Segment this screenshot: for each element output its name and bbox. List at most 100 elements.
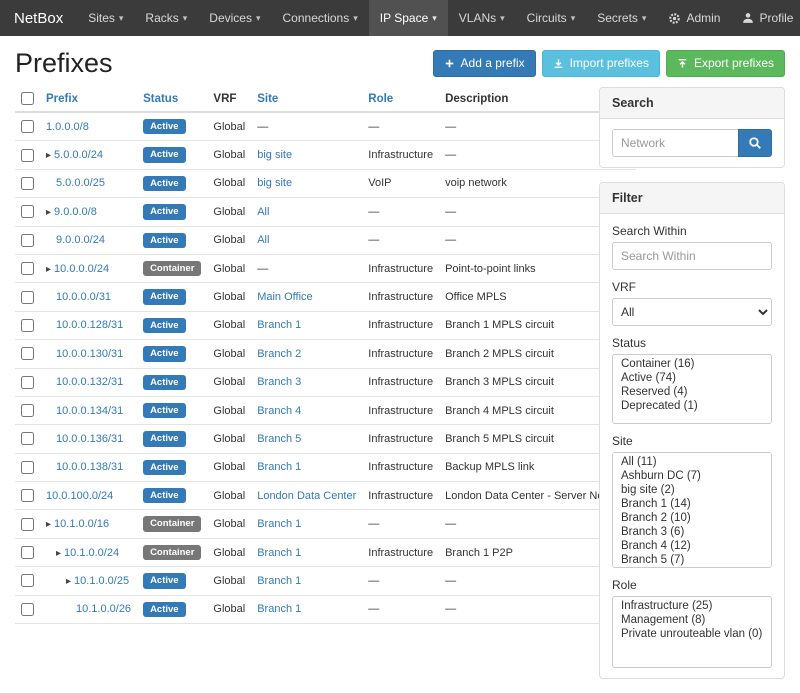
row-checkbox[interactable] bbox=[21, 603, 34, 616]
nav-item-vlans[interactable]: VLANs▾ bbox=[448, 0, 516, 36]
nav-item-secrets[interactable]: Secrets▾ bbox=[586, 0, 657, 36]
export-prefixes-button[interactable]: Export prefixes bbox=[666, 50, 785, 76]
search-input[interactable] bbox=[612, 129, 738, 157]
row-checkbox[interactable] bbox=[21, 376, 34, 389]
option[interactable]: Branch 4 (12) bbox=[613, 539, 771, 553]
prefix-link[interactable]: 10.0.0.0/31 bbox=[56, 291, 111, 303]
row-checkbox[interactable] bbox=[21, 489, 34, 502]
option[interactable]: Branch 5 (7) bbox=[613, 553, 771, 567]
row-checkbox[interactable] bbox=[21, 518, 34, 531]
nav-item-ip-space[interactable]: IP Space▾ bbox=[369, 0, 448, 36]
site-listbox[interactable]: All (11)Ashburn DC (7)big site (2)Branch… bbox=[612, 452, 772, 568]
nav-item-profile[interactable]: Profile bbox=[731, 0, 800, 36]
prefix-link[interactable]: 5.0.0.0/24 bbox=[54, 149, 103, 161]
prefix-link[interactable]: 10.0.0.0/24 bbox=[54, 263, 109, 275]
prefix-link[interactable]: 10.1.0.0/24 bbox=[64, 547, 119, 559]
prefix-link[interactable]: 10.0.0.132/31 bbox=[56, 376, 123, 388]
prefix-link[interactable]: 5.0.0.0/25 bbox=[56, 177, 105, 189]
row-checkbox[interactable] bbox=[21, 262, 34, 275]
nav-item-connections[interactable]: Connections▾ bbox=[272, 0, 369, 36]
nav-item-label: Devices bbox=[209, 11, 252, 25]
column-header-prefix[interactable]: Prefix bbox=[40, 87, 137, 112]
role-listbox[interactable]: Infrastructure (25)Management (8)Private… bbox=[612, 596, 772, 668]
search-button[interactable] bbox=[738, 129, 772, 157]
prefix-link[interactable]: 10.0.0.128/31 bbox=[56, 319, 123, 331]
add-prefix-button[interactable]: Add a prefix bbox=[433, 50, 536, 76]
nav-item-admin[interactable]: Admin bbox=[657, 0, 731, 36]
prefix-link[interactable]: 10.1.0.0/26 bbox=[76, 603, 131, 615]
option[interactable]: Management (8) bbox=[613, 613, 771, 627]
site-link[interactable]: Branch 2 bbox=[257, 348, 301, 360]
option[interactable]: Private unrouteable vlan (0) bbox=[613, 627, 771, 641]
row-checkbox[interactable] bbox=[21, 205, 34, 218]
brand[interactable]: NetBox bbox=[0, 0, 77, 36]
option[interactable]: All (11) bbox=[613, 455, 771, 469]
column-header-site[interactable]: Site bbox=[251, 87, 362, 112]
prefix-link[interactable]: 9.0.0.0/8 bbox=[54, 206, 97, 218]
site-link[interactable]: big site bbox=[257, 177, 292, 189]
option[interactable]: Deprecated (1) bbox=[613, 399, 771, 413]
row-checkbox[interactable] bbox=[21, 574, 34, 587]
status-listbox[interactable]: Container (16)Active (74)Reserved (4)Dep… bbox=[612, 354, 772, 424]
column-header-role[interactable]: Role bbox=[362, 87, 439, 112]
option[interactable]: Ashburn DC (7) bbox=[613, 469, 771, 483]
option[interactable]: Branch 3 (6) bbox=[613, 525, 771, 539]
prefix-link[interactable]: 1.0.0.0/8 bbox=[46, 121, 89, 133]
prefix-link[interactable]: 10.0.100.0/24 bbox=[46, 490, 113, 502]
option[interactable]: Container (16) bbox=[613, 357, 771, 371]
site-link[interactable]: Branch 1 bbox=[257, 547, 301, 559]
option[interactable]: Active (74) bbox=[613, 371, 771, 385]
prefix-link[interactable]: 10.0.0.130/31 bbox=[56, 348, 123, 360]
prefix-link[interactable]: 10.0.0.134/31 bbox=[56, 405, 123, 417]
site-link[interactable]: Branch 4 bbox=[257, 405, 301, 417]
option[interactable]: Branch 2 (10) bbox=[613, 511, 771, 525]
option[interactable]: COLO 1 (4) bbox=[613, 567, 771, 568]
option[interactable]: big site (2) bbox=[613, 483, 771, 497]
import-prefixes-button[interactable]: Import prefixes bbox=[542, 50, 660, 76]
site-link[interactable]: Branch 5 bbox=[257, 433, 301, 445]
select-all-checkbox[interactable] bbox=[21, 92, 34, 105]
nav-item-sites[interactable]: Sites▾ bbox=[77, 0, 134, 36]
option[interactable]: Branch 1 (14) bbox=[613, 497, 771, 511]
site-link[interactable]: All bbox=[257, 206, 269, 218]
site-link[interactable]: Branch 3 bbox=[257, 376, 301, 388]
row-checkbox[interactable] bbox=[21, 432, 34, 445]
description-value: Branch 2 MPLS circuit bbox=[445, 348, 554, 360]
site-link[interactable]: Branch 1 bbox=[257, 575, 301, 587]
site-link[interactable]: Branch 1 bbox=[257, 518, 301, 530]
site-link[interactable]: Main Office bbox=[257, 291, 312, 303]
site-link[interactable]: Branch 1 bbox=[257, 461, 301, 473]
prefix-link[interactable]: 10.0.0.138/31 bbox=[56, 461, 123, 473]
row-checkbox[interactable] bbox=[21, 234, 34, 247]
row-checkbox[interactable] bbox=[21, 149, 34, 162]
row-checkbox[interactable] bbox=[21, 177, 34, 190]
row-checkbox[interactable] bbox=[21, 291, 34, 304]
column-header-vrf: VRF bbox=[207, 87, 251, 112]
prefix-link[interactable]: 10.1.0.0/25 bbox=[74, 575, 129, 587]
row-checkbox[interactable] bbox=[21, 461, 34, 474]
prefix-link[interactable]: 10.0.0.136/31 bbox=[56, 433, 123, 445]
sidebar: Search Filter Search Within VRF bbox=[599, 87, 785, 693]
search-within-input[interactable] bbox=[612, 242, 772, 270]
site-link[interactable]: Branch 1 bbox=[257, 319, 301, 331]
site-link[interactable]: London Data Center bbox=[257, 490, 356, 502]
row-checkbox[interactable] bbox=[21, 319, 34, 332]
prefix-link[interactable]: 9.0.0.0/24 bbox=[56, 234, 105, 246]
option[interactable]: Infrastructure (25) bbox=[613, 599, 771, 613]
nav-item-circuits[interactable]: Circuits▾ bbox=[516, 0, 587, 36]
vrf-select[interactable]: All bbox=[612, 298, 772, 326]
site-link[interactable]: All bbox=[257, 234, 269, 246]
row-checkbox[interactable] bbox=[21, 404, 34, 417]
nav-item-racks[interactable]: Racks▾ bbox=[134, 0, 198, 36]
row-checkbox[interactable] bbox=[21, 347, 34, 360]
row-checkbox[interactable] bbox=[21, 120, 34, 133]
prefix-link[interactable]: 10.1.0.0/16 bbox=[54, 518, 109, 530]
nav-item-devices[interactable]: Devices▾ bbox=[198, 0, 271, 36]
column-header-status[interactable]: Status bbox=[137, 87, 207, 112]
row-checkbox[interactable] bbox=[21, 546, 34, 559]
search-within-label: Search Within bbox=[612, 224, 772, 238]
site-link[interactable]: Branch 1 bbox=[257, 603, 301, 615]
option[interactable]: Reserved (4) bbox=[613, 385, 771, 399]
site-label: Site bbox=[612, 434, 772, 448]
site-link[interactable]: big site bbox=[257, 149, 292, 161]
